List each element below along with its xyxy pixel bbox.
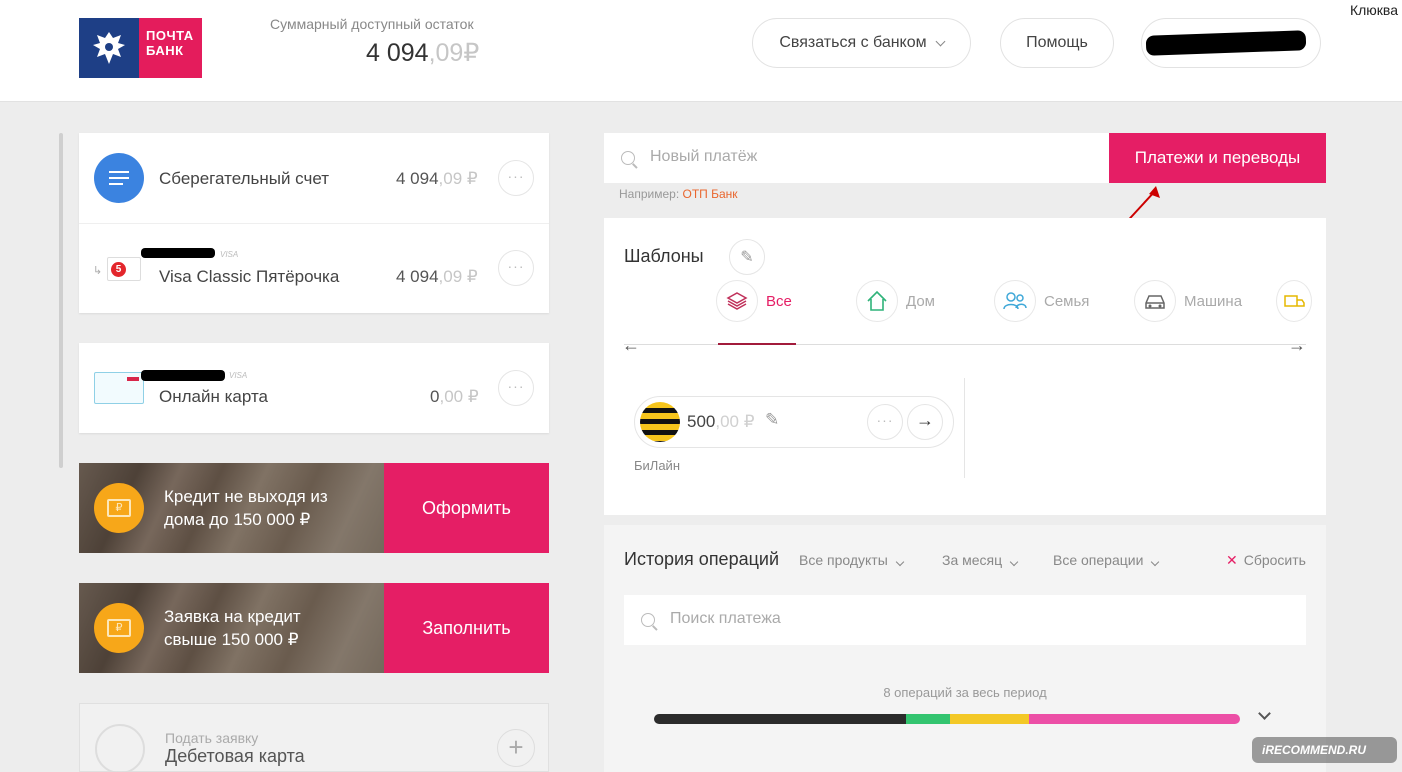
credit-promo-banner: ₽ Кредит не выходя из дома до 150 000 ₽ О… <box>79 463 549 553</box>
chevron-down-icon <box>895 557 905 567</box>
search-icon <box>621 151 635 165</box>
add-icon[interactable]: + <box>497 729 535 767</box>
tab-home[interactable]: Дом <box>856 280 935 322</box>
total-balance: 4 094,09₽ <box>366 39 480 67</box>
balance-label: Суммарный доступный остаток <box>270 16 474 32</box>
online-card: VISA Онлайн карта 0,00 ₽ ··· <box>79 343 549 433</box>
account-name[interactable]: Сберегательный счет <box>159 169 329 189</box>
operations-bar-segment[interactable] <box>654 714 906 724</box>
payment-search-placeholder: Поиск платежа <box>670 610 781 627</box>
truck-icon <box>1276 280 1312 322</box>
chevron-down-icon <box>935 36 946 46</box>
pay-template-arrow-icon[interactable]: → <box>907 404 943 440</box>
savings-account-icon <box>94 153 144 203</box>
debit-title: Дебетовая карта <box>165 746 305 766</box>
expand-chevron-icon[interactable] <box>1258 707 1271 720</box>
templates-title: Шаблоны <box>624 246 704 266</box>
tab-car[interactable]: Машина <box>1134 280 1242 322</box>
template-amount: 500,00 ₽ <box>687 412 755 431</box>
history-panel: История операций Все продукты За месяц В… <box>604 525 1326 772</box>
visa-tag: VISA <box>220 250 239 259</box>
visa-tag: VISA <box>229 371 248 380</box>
online-card-icon <box>94 372 144 404</box>
account-menu-button[interactable]: ··· <box>498 160 534 196</box>
filter-period-dropdown[interactable]: За месяц <box>942 552 1019 568</box>
pencil-icon: ✎ <box>740 249 754 266</box>
help-button[interactable]: Помощь <box>1000 18 1114 68</box>
fill-application-button[interactable]: Заполнить <box>384 583 549 673</box>
debit-card-application[interactable]: Подать заявку Дебетовая карта + <box>79 703 549 772</box>
watermark-username: Клюква <box>1349 2 1398 18</box>
family-icon <box>994 280 1036 322</box>
scroll-right-arrow-icon[interactable]: → <box>1288 335 1306 356</box>
account-balance: 4 094,09 ₽ <box>396 169 478 188</box>
close-icon: ✕ <box>1226 552 1238 568</box>
house-icon <box>856 280 898 322</box>
operations-bar-segment[interactable] <box>1029 714 1240 724</box>
divider <box>964 378 965 478</box>
chevron-down-icon <box>1151 557 1160 567</box>
eagle-emblem-icon <box>79 18 139 78</box>
ruble-coin-icon: ₽ <box>94 483 144 533</box>
search-icon <box>641 613 655 627</box>
template-item[interactable]: 500,00 ₽ ✎ ··· → <box>634 396 954 448</box>
history-title: История операций <box>624 549 780 569</box>
templates-panel: Шаблоны ✎ Все Дом Семья Машина ← → 500,0… <box>604 218 1326 515</box>
credit-application-banner: ₽ Заявка на кредит свыше 150 000 ₽ Заполн… <box>79 583 549 673</box>
edit-template-pencil-icon[interactable]: ✎ <box>765 410 779 430</box>
debit-card-icon <box>95 724 145 772</box>
account-balance: 0,00 ₽ <box>430 387 479 406</box>
template-menu-button[interactable]: ··· <box>867 404 903 440</box>
operations-count: 8 операций за весь период <box>883 685 1047 700</box>
payments-transfers-button[interactable]: Платежи и переводы <box>1109 133 1326 183</box>
filter-products-dropdown[interactable]: Все продукты <box>799 552 905 568</box>
template-name: БиЛайн <box>634 458 680 473</box>
promo-text: Кредит не выходя из дома до 150 000 ₽ <box>164 487 328 529</box>
account-menu-button[interactable]: ··· <box>498 370 534 406</box>
new-payment-input[interactable]: Новый платёж <box>604 133 1109 183</box>
car-icon <box>1134 280 1176 322</box>
tab-all[interactable]: Все <box>716 280 792 322</box>
new-payment-placeholder: Новый платёж <box>650 148 758 165</box>
sub-account-arrow-icon: ↳ <box>93 265 103 277</box>
accounts-card: Сберегательный счет 4 094,09 ₽ ··· ↳ 5 V… <box>79 133 549 313</box>
active-tab-indicator <box>718 343 796 345</box>
payment-search-input[interactable]: Поиск платежа <box>624 595 1306 645</box>
beeline-logo-icon <box>640 402 680 442</box>
redacted-card-number <box>141 248 215 258</box>
scroll-left-arrow-icon[interactable]: ← <box>622 335 640 356</box>
divider <box>79 223 549 224</box>
account-name[interactable]: Онлайн карта <box>159 387 268 407</box>
ruble-coin-icon: ₽ <box>94 603 144 653</box>
promo-text: Заявка на кредит свыше 150 000 ₽ <box>164 607 301 649</box>
account-name[interactable]: Visa Classic Пятёрочка <box>159 267 339 287</box>
redacted-username <box>1145 30 1307 56</box>
operations-bar-segment[interactable] <box>906 714 950 724</box>
layers-icon <box>716 280 758 322</box>
contact-bank-button[interactable]: Связаться с банком <box>752 18 971 68</box>
user-profile-button[interactable] <box>1141 18 1321 68</box>
redacted-card-number <box>141 370 225 381</box>
operations-bar-segment[interactable] <box>950 714 1029 724</box>
pyaterochka-card-icon: 5 <box>107 257 141 281</box>
filter-operations-dropdown[interactable]: Все операции <box>1053 552 1160 568</box>
brand-wordmark: ПОЧТА БАНК <box>139 18 202 78</box>
tab-more[interactable] <box>1276 280 1312 322</box>
example-link[interactable]: ОТП Банк <box>683 187 738 201</box>
sidebar-scrollbar[interactable] <box>59 133 63 468</box>
account-menu-button[interactable]: ··· <box>498 250 534 286</box>
payment-example: Например: ОТП Банк <box>619 187 738 201</box>
edit-templates-button[interactable]: ✎ <box>729 239 765 275</box>
watermark: iRECOMMEND.RU <box>1252 737 1397 763</box>
debit-subtitle: Подать заявку <box>165 730 259 746</box>
bank-logo[interactable]: ПОЧТА БАНК <box>79 18 202 78</box>
header: ПОЧТА БАНК Суммарный доступный остаток 4… <box>0 0 1402 102</box>
tab-family[interactable]: Семья <box>994 280 1089 322</box>
chevron-down-icon <box>1009 557 1019 567</box>
apply-credit-button[interactable]: Оформить <box>384 463 549 553</box>
reset-filters-button[interactable]: ✕ Сбросить <box>1226 552 1306 569</box>
account-balance: 4 094,09 ₽ <box>396 267 478 286</box>
